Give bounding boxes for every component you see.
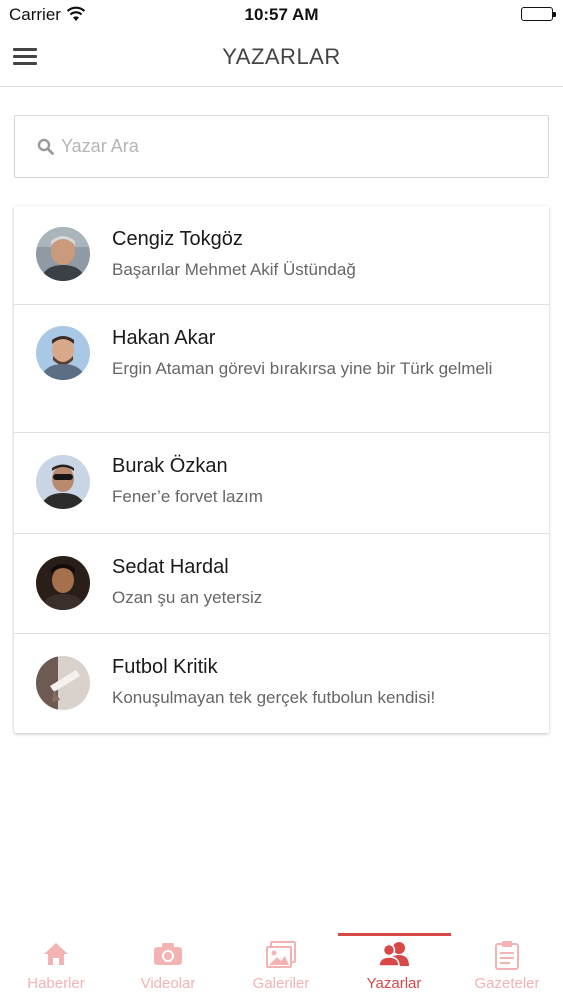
avatar <box>36 227 90 281</box>
author-list: Cengiz Tokgöz Başarılar Mehmet Akif Üstü… <box>14 206 549 733</box>
tab-videolar[interactable]: Videolar <box>112 933 224 1000</box>
tab-label: Haberler <box>27 975 85 992</box>
author-headline: Konuşulmayan tek gerçek futbolun kendisi… <box>112 688 436 707</box>
author-name: Cengiz Tokgöz <box>112 228 243 250</box>
author-headline: Başarılar Mehmet Akif Üstündağ <box>112 260 356 279</box>
tab-label: Gazeteler <box>474 975 540 992</box>
status-time: 10:57 AM <box>244 5 319 24</box>
tab-yazarlar[interactable]: Yazarlar <box>338 933 450 1000</box>
tab-bar: Haberler Videolar Galeriler Yazarlar Gaz… <box>0 933 563 1000</box>
avatar <box>36 326 90 380</box>
author-name: Sedat Hardal <box>112 556 229 578</box>
page-title: YAZARLAR <box>222 44 341 69</box>
home-icon <box>0 940 112 970</box>
author-headline: Ergin Ataman görevi bırakırsa yine bir T… <box>112 359 493 378</box>
status-bar: Carrier 10:57 AM <box>0 0 563 30</box>
author-headline: Fener’e forvet lazım <box>112 487 263 506</box>
list-item-author[interactable]: Sedat Hardal Ozan şu an yetersiz <box>14 534 549 634</box>
list-item-author[interactable]: Hakan Akar Ergin Ataman görevi bırakırsa… <box>14 305 549 433</box>
search-box[interactable] <box>14 115 549 178</box>
list-item-author[interactable]: Burak Özkan Fener’e forvet lazım <box>14 433 549 534</box>
tab-haberler[interactable]: Haberler <box>0 933 112 1000</box>
avatar <box>36 556 90 610</box>
nav-bar: YAZARLAR <box>0 30 563 87</box>
tab-galeriler[interactable]: Galeriler <box>225 933 337 1000</box>
author-headline: Ozan şu an yetersiz <box>112 588 263 607</box>
author-name: Hakan Akar <box>112 327 216 349</box>
tab-gazeteler[interactable]: Gazeteler <box>451 933 563 1000</box>
battery-icon <box>521 7 556 21</box>
tab-label: Videolar <box>140 975 196 992</box>
author-name: Futbol Kritik <box>112 656 218 678</box>
list-item-author[interactable]: Futbol Kritik Konuşulmayan tek gerçek fu… <box>14 634 549 733</box>
image-icon <box>225 940 337 970</box>
camera-icon <box>112 940 224 970</box>
users-icon <box>338 940 450 970</box>
search-icon <box>37 138 55 161</box>
search-input[interactable] <box>61 116 531 177</box>
tab-label: Yazarlar <box>366 975 422 992</box>
list-item-author[interactable]: Cengiz Tokgöz Başarılar Mehmet Akif Üstü… <box>14 206 549 305</box>
tab-label: Galeriler <box>252 975 310 992</box>
avatar <box>36 656 90 710</box>
author-name: Burak Özkan <box>112 455 228 477</box>
clipboard-icon <box>451 940 563 970</box>
avatar <box>36 455 90 509</box>
